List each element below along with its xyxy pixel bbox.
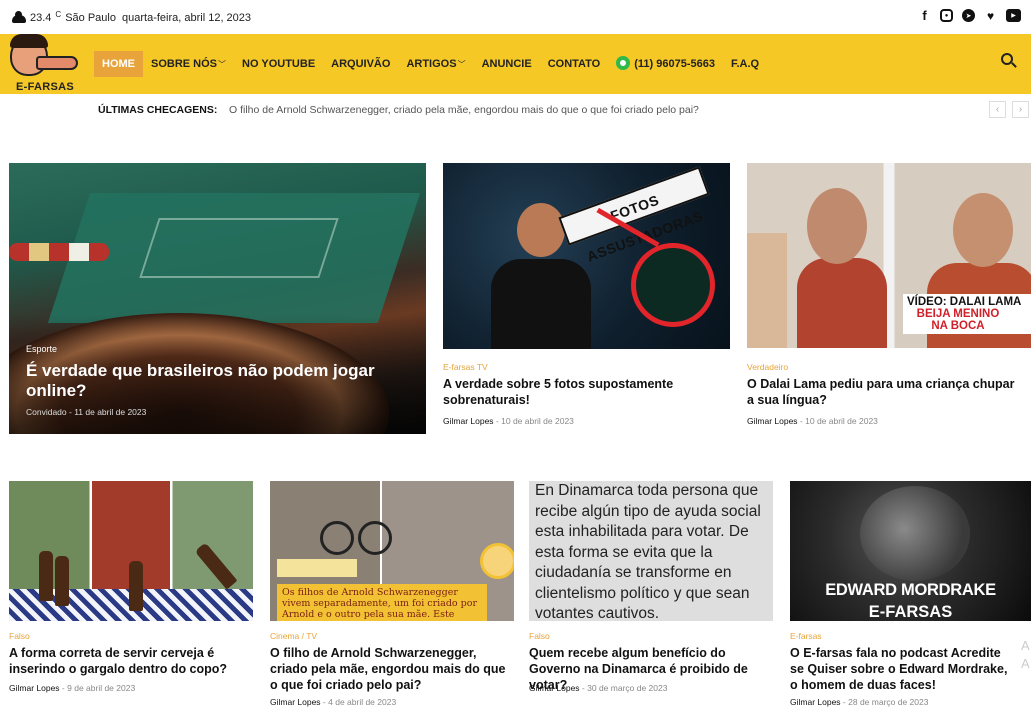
thumbnail-quote: En Dinamarca toda persona que recibe alg… (535, 482, 761, 621)
category-label[interactable]: Falso (529, 631, 550, 641)
article-image[interactable]: EDWARD MORDRAKE E-FARSAS (790, 481, 1031, 621)
temperature-unit: C (55, 9, 62, 19)
article-image[interactable]: VÍDEO: DALAI LAMA BEIJA MENINO NA BOCA (747, 163, 1031, 349)
article-image[interactable]: Os filhos de Arnold Schwarzenegger vivem… (270, 481, 514, 621)
chevron-down-icon: ﹀ (218, 60, 227, 69)
nav-item-anuncie[interactable]: ANUNCIE (474, 51, 540, 77)
article-title[interactable]: A forma correta de servir cerveja é inse… (9, 645, 249, 677)
chevron-down-icon: ﹀ (457, 60, 466, 69)
nav-item-contato[interactable]: CONTATO (540, 51, 609, 77)
city: São Paulo (65, 12, 116, 24)
nav-item-home[interactable]: HOME (94, 51, 143, 77)
ticker-next-button[interactable]: › (1012, 101, 1029, 118)
author[interactable]: Gilmar Lopes (529, 683, 580, 693)
top-bar: 23.4 C São Paulo quarta-feira, abril 12,… (0, 0, 1031, 34)
thumbnail-caption: VÍDEO: DALAI LAMA BEIJA MENINO NA BOCA (903, 294, 1031, 334)
article-title[interactable]: O E-farsas fala no podcast Acredite se Q… (790, 645, 1015, 693)
bicycle-image (320, 521, 354, 555)
main-navbar: E-FARSAS HOME SOBRE NÓS﹀ NO YOUTUBE ARQU… (0, 34, 1031, 94)
article-meta: Gilmar Lopes - 30 de março de 2023 (529, 683, 668, 693)
date: 9 de abril de 2023 (67, 683, 136, 693)
logo-text: E-FARSAS (16, 81, 75, 93)
author[interactable]: Gilmar Lopes (443, 416, 494, 426)
person-face-image (953, 193, 1013, 267)
person-face-image (807, 188, 867, 264)
article-title[interactable]: A verdade sobre 5 fotos supostamente sob… (443, 376, 723, 408)
date: 10 de abril de 2023 (805, 416, 878, 426)
facebook-icon[interactable]: f (918, 8, 931, 23)
next-card-peek: A A (1021, 638, 1030, 671)
article-meta: Convidado - 11 de abril de 2023 (26, 407, 147, 417)
nav-item-no-youtube[interactable]: NO YOUTUBE (234, 51, 323, 77)
author[interactable]: Convidado (26, 407, 67, 417)
highlight-circle (631, 243, 715, 327)
article-meta: Gilmar Lopes - 10 de abril de 2023 (747, 416, 878, 426)
logo-nose-icon (36, 56, 78, 70)
date: 30 de março de 2023 (587, 683, 668, 693)
category-label[interactable]: E-farsas TV (443, 362, 488, 372)
logo-hair-icon (10, 34, 48, 48)
cloud-icon (12, 11, 26, 23)
date: 28 de março de 2023 (848, 697, 929, 707)
nav-item-artigos[interactable]: ARTIGOS﹀ (398, 51, 473, 77)
nav-item-arquivao[interactable]: ARQUIVÃO (323, 51, 398, 77)
site-logo[interactable]: E-FARSAS (6, 34, 86, 94)
thumbnail-subtitle: E-FARSAS (868, 603, 953, 621)
article-image[interactable]: En Dinamarca toda persona que recibe alg… (529, 481, 773, 621)
category-label[interactable]: Verdadeiro (747, 362, 788, 372)
main-menu: HOME SOBRE NÓS﹀ NO YOUTUBE ARQUIVÃO ARTI… (94, 51, 767, 77)
ticker-label: ÚLTIMAS CHECAGENS: (98, 104, 218, 116)
weather-widget: 23.4 C São Paulo (12, 9, 116, 24)
article-title[interactable]: É verdade que brasileiros não podem joga… (26, 361, 396, 401)
article-image[interactable] (9, 481, 253, 621)
author[interactable]: Gilmar Lopes (747, 416, 798, 426)
ticker-headline[interactable]: O filho de Arnold Schwarzenegger, criado… (229, 104, 699, 116)
whatsapp-icon (616, 56, 631, 70)
twitter-icon[interactable]: ♥ (984, 9, 997, 23)
author[interactable]: Gilmar Lopes (790, 697, 841, 707)
ticker-prev-button[interactable]: ‹ (989, 101, 1006, 118)
article-meta: Gilmar Lopes - 28 de março de 2023 (790, 697, 929, 707)
nav-item-whatsapp[interactable]: (11) 96075-5663 (608, 51, 723, 77)
thumbnail-caption: Os filhos de Arnold Schwarzenegger vivem… (277, 584, 487, 621)
search-icon[interactable] (1001, 53, 1017, 69)
author[interactable]: Gilmar Lopes (9, 683, 60, 693)
current-date: quarta-feira, abril 12, 2023 (122, 12, 252, 24)
date: 11 de abril de 2023 (74, 407, 147, 417)
latest-checks-ticker: ÚLTIMAS CHECAGENS: O filho de Arnold Sch… (0, 94, 1031, 126)
article-meta: Gilmar Lopes - 10 de abril de 2023 (443, 416, 574, 426)
author[interactable]: Gilmar Lopes (270, 697, 321, 707)
article-image[interactable]: FOTOS ASSUSTADORAS (443, 163, 730, 349)
instagram-icon[interactable]: ● (940, 9, 953, 22)
nav-item-sobre-nos[interactable]: SOBRE NÓS﹀ (143, 51, 234, 77)
casino-chips-image (9, 243, 109, 261)
category-label[interactable]: E-farsas (790, 631, 822, 641)
article-title[interactable]: O Dalai Lama pediu para uma criança chup… (747, 376, 1023, 408)
social-links: f ● ➤ ♥ ▶ (918, 8, 1021, 23)
youtube-icon[interactable]: ▶ (1006, 9, 1021, 22)
article-meta: Gilmar Lopes - 4 de abril de 2023 (270, 697, 397, 707)
temperature: 23.4 (30, 12, 52, 24)
bottle-image (39, 551, 53, 601)
date: 10 de abril de 2023 (501, 416, 574, 426)
category-label[interactable]: Falso (9, 631, 30, 641)
thumbnail-title: EDWARD MORDRAKE (825, 581, 996, 599)
person-face-image (860, 486, 970, 581)
article-title[interactable]: O filho de Arnold Schwarzenegger, criado… (270, 645, 514, 693)
featured-hero-card[interactable]: Esporte É verdade que brasileiros não po… (9, 163, 426, 434)
date: 4 de abril de 2023 (328, 697, 397, 707)
monk-robe-image (797, 258, 887, 348)
category-label[interactable]: Esporte (26, 344, 57, 354)
category-label[interactable]: Cinema / TV (270, 631, 317, 641)
nav-item-faq[interactable]: F.A.Q (723, 51, 767, 77)
telegram-icon[interactable]: ➤ (962, 9, 975, 22)
article-meta: Gilmar Lopes - 9 de abril de 2023 (9, 683, 136, 693)
